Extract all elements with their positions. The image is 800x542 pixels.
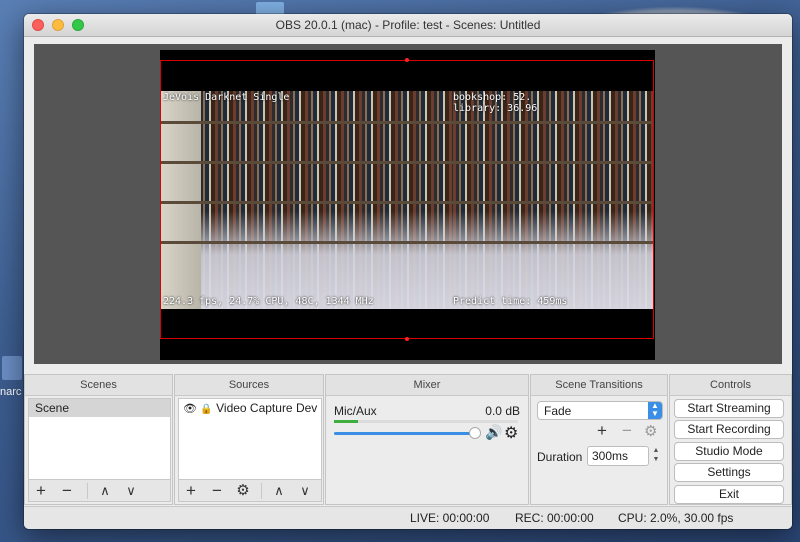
maximize-window-button[interactable]	[72, 19, 84, 31]
sources-toolbar: + − ⚙ ∧ ∨	[178, 480, 322, 502]
scenes-header: Scenes	[25, 375, 172, 396]
scenes-list[interactable]: Scene	[28, 398, 171, 480]
volume-meter-level	[334, 420, 358, 423]
lock-icon[interactable]: 🔒	[200, 404, 212, 415]
mixer-level-readout: 0.0 dB	[485, 404, 520, 418]
resize-handle-bottom[interactable]	[405, 337, 409, 341]
rec-timer: REC: 00:00:00	[515, 511, 594, 525]
volume-slider-knob[interactable]	[468, 427, 481, 439]
live-timer: LIVE: 00:00:00	[410, 511, 490, 525]
move-scene-down-icon[interactable]: ∨	[120, 481, 142, 501]
sources-panel: Sources 👁 🔒 Video Capture Dev + − ⚙ ∧ ∨	[174, 374, 324, 505]
scene-item[interactable]: Scene	[29, 399, 170, 417]
move-scene-up-icon[interactable]: ∧	[94, 481, 116, 501]
add-scene-icon[interactable]: +	[30, 481, 52, 501]
duration-label: Duration	[537, 450, 583, 464]
controls-header: Controls	[670, 375, 791, 396]
mixer-header: Mixer	[326, 375, 528, 396]
resize-handle-top[interactable]	[405, 58, 409, 62]
obs-window: OBS 20.0.1 (mac) - Profile: test - Scene…	[24, 14, 792, 529]
desktop-file-label[interactable]: narc	[0, 386, 21, 398]
duration-input[interactable]: 300ms	[587, 446, 649, 466]
volume-slider-fill	[334, 432, 475, 435]
transition-properties-gear-icon[interactable]: ⚙	[644, 422, 657, 440]
sources-list[interactable]: 👁 🔒 Video Capture Dev	[178, 398, 322, 480]
sources-header: Sources	[175, 375, 323, 396]
scenes-toolbar: + − ∧ ∨	[28, 480, 171, 502]
move-source-up-icon[interactable]: ∧	[268, 481, 290, 501]
start-streaming-button[interactable]: Start Streaming	[674, 399, 784, 418]
settings-button[interactable]: Settings	[674, 463, 784, 482]
volume-meter	[334, 420, 518, 423]
scenes-panel: Scenes Scene + − ∧ ∨	[24, 374, 173, 505]
remove-transition-icon[interactable]: −	[622, 421, 632, 441]
remove-source-icon[interactable]: −	[206, 481, 228, 501]
title-bar[interactable]: OBS 20.0.1 (mac) - Profile: test - Scene…	[24, 14, 792, 37]
close-window-button[interactable]	[32, 19, 44, 31]
status-bar: LIVE: 00:00:00 REC: 00:00:00 CPU: 2.0%, …	[24, 506, 792, 529]
exit-button[interactable]: Exit	[674, 485, 784, 504]
move-source-down-icon[interactable]: ∨	[294, 481, 316, 501]
mixer-channel-name: Mic/Aux	[334, 404, 377, 418]
studio-mode-button[interactable]: Studio Mode	[674, 442, 784, 461]
source-selection-box[interactable]	[160, 60, 654, 339]
add-source-icon[interactable]: +	[180, 481, 202, 501]
transition-select-value: Fade	[544, 404, 572, 418]
select-arrows-icon: ▲ ▼	[648, 402, 662, 419]
scene-transitions-panel: Scene Transitions Fade ▲ ▼ + − ⚙ Duration…	[530, 374, 668, 505]
mixer-panel: Mixer Mic/Aux 0.0 dB 🔊 ⚙	[325, 374, 529, 505]
visibility-eye-icon[interactable]: 👁	[183, 403, 197, 415]
cpu-fps-readout: CPU: 2.0%, 30.00 fps	[618, 511, 734, 525]
desktop-file-icon[interactable]	[2, 356, 22, 380]
duration-stepper[interactable]: ▲ ▼	[650, 446, 662, 466]
source-properties-gear-icon[interactable]: ⚙	[232, 481, 254, 501]
source-item[interactable]: 👁 🔒 Video Capture Dev	[179, 399, 321, 417]
volume-slider-track[interactable]	[334, 427, 481, 439]
transition-select[interactable]: Fade ▲ ▼	[537, 401, 663, 420]
mute-speaker-icon[interactable]: 🔊	[485, 424, 502, 441]
minimize-window-button[interactable]	[52, 19, 64, 31]
window-title: OBS 20.0.1 (mac) - Profile: test - Scene…	[275, 18, 541, 32]
start-recording-button[interactable]: Start Recording	[674, 420, 784, 439]
add-transition-icon[interactable]: +	[597, 421, 607, 441]
remove-scene-icon[interactable]: −	[56, 481, 78, 501]
source-item-label: Video Capture Dev	[216, 401, 318, 415]
mixer-settings-gear-icon[interactable]: ⚙	[504, 423, 518, 443]
transitions-header: Scene Transitions	[531, 375, 667, 396]
